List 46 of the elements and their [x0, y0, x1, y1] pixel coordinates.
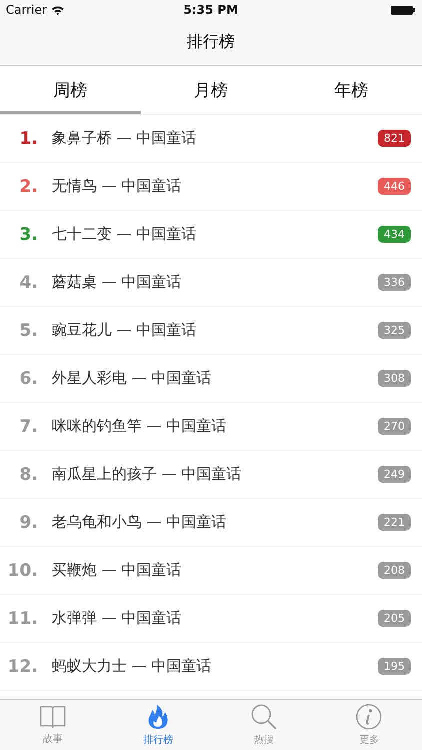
- rank-number: 11.: [6, 608, 38, 628]
- flame-icon: [147, 704, 170, 730]
- rank-number: 12.: [6, 656, 38, 676]
- story-title[interactable]: 南瓜星上的孩子 — 中国童话: [52, 465, 378, 484]
- count-badge: 434: [378, 226, 411, 243]
- count-badge: 208: [378, 562, 411, 579]
- wifi-icon: [51, 4, 66, 16]
- rank-number: 7.: [18, 416, 38, 436]
- story-title[interactable]: 七十二变 — 中国童话: [52, 225, 378, 244]
- rank-number: 8.: [18, 464, 38, 484]
- rank-number: 10.: [6, 560, 38, 580]
- story-title[interactable]: 水弹弹 — 中国童话: [52, 609, 378, 628]
- battery-icon: [391, 4, 416, 16]
- count-badge: 270: [378, 418, 411, 435]
- search-icon: [250, 704, 277, 730]
- status-time: 5:35 PM: [184, 3, 238, 17]
- count-badge: 195: [378, 658, 411, 675]
- count-badge: 821: [378, 130, 411, 147]
- story-title[interactable]: 无情鸟 — 中国童话: [52, 177, 378, 196]
- rank-number: 2.: [18, 176, 38, 196]
- story-title[interactable]: 咪咪的钓鱼竿 — 中国童话: [52, 417, 378, 436]
- carrier-label: Carrier: [6, 3, 48, 17]
- story-title[interactable]: 蘑菇桌 — 中国童话: [52, 273, 378, 292]
- story-title[interactable]: 象鼻子桥 — 中国童话: [52, 129, 378, 148]
- story-title[interactable]: 豌豆花儿 — 中国童话: [52, 321, 378, 340]
- rank-number: 5.: [18, 320, 38, 340]
- rank-number: 9.: [18, 512, 38, 532]
- count-badge: 446: [378, 178, 411, 195]
- count-badge: 325: [378, 322, 411, 339]
- story-title[interactable]: 蚂蚁大力士 — 中国童话: [52, 657, 378, 676]
- count-badge: 336: [378, 274, 411, 291]
- rank-number: 4.: [18, 272, 38, 292]
- rank-number: 3.: [18, 224, 38, 244]
- story-title[interactable]: 买鞭炮 — 中国童话: [52, 561, 378, 580]
- rank-number: 6.: [18, 368, 38, 388]
- count-badge: 205: [378, 610, 411, 627]
- count-badge: 308: [378, 370, 411, 387]
- count-badge: 249: [378, 466, 411, 483]
- book-icon: [40, 704, 66, 728]
- count-badge: 221: [378, 514, 411, 531]
- nav-title: 排行榜: [187, 32, 235, 53]
- tab-bar-item[interactable]: 排行榜: [106, 700, 211, 750]
- story-title[interactable]: 老乌龟和小鸟 — 中国童话: [52, 513, 378, 532]
- info-icon: [356, 704, 382, 730]
- story-title[interactable]: 外星人彩电 — 中国童话: [52, 369, 378, 388]
- rank-number: 1.: [18, 128, 38, 148]
